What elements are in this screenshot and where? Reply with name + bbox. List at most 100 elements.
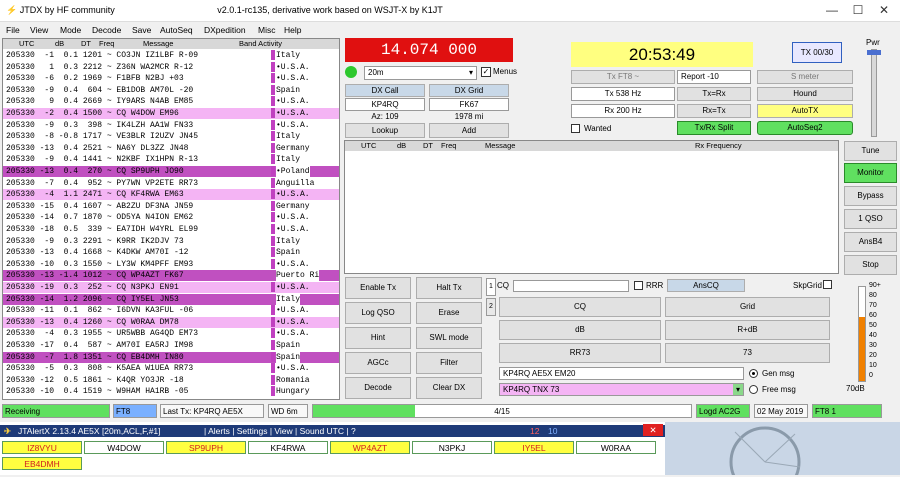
- add-button[interactable]: Add: [429, 123, 509, 138]
- r-db-button[interactable]: R+dB: [665, 320, 830, 340]
- wanted-checkbox[interactable]: [571, 124, 580, 133]
- rx-eq-tx-button[interactable]: Rx=Tx: [677, 104, 751, 118]
- band-activity-row[interactable]: 205330 -4 1.1 2471 ~ CQ KF4RWA EM63 •U.S.…: [3, 189, 339, 201]
- alert-callsign-cell[interactable]: WP4AZT: [330, 441, 410, 454]
- alert-callsign-cell[interactable]: W4DOW: [84, 441, 164, 454]
- tx-counter[interactable]: TX 00/30: [792, 42, 842, 63]
- tab-1[interactable]: 1: [486, 278, 496, 296]
- jtalert-close-icon[interactable]: ✕: [643, 424, 663, 436]
- hound-button[interactable]: Hound: [757, 87, 853, 101]
- rx-frequency-panel[interactable]: UTC dB DT Freq Message Rx Frequency: [344, 140, 839, 274]
- stop-button[interactable]: Stop: [844, 255, 897, 275]
- menu-save[interactable]: Save: [132, 25, 151, 35]
- band-activity-row[interactable]: 205330 -13 0.4 1260 ~ CQ W0RAA DM78 •U.S.…: [3, 316, 339, 328]
- alert-callsign-cell[interactable]: W0RAA: [576, 441, 656, 454]
- free-msg-field[interactable]: KP4RQ TNX 73 ▾: [499, 383, 744, 396]
- tx-mode-button[interactable]: Tx FT8 ~: [571, 70, 675, 84]
- s-meter-button[interactable]: S meter: [757, 70, 853, 84]
- band-activity-row[interactable]: 205330 -13 0.4 1668 ~ K4DKW AM70I -12 Spa…: [3, 247, 339, 259]
- hint-button[interactable]: Hint: [345, 327, 411, 349]
- band-activity-row[interactable]: 205330 -8 -0.8 1717 ~ VE3BLR I2UZV JN45 I…: [3, 131, 339, 143]
- band-activity-row[interactable]: 205330 -10 0.4 1519 ~ W9HAM HA1RB -05 Hun…: [3, 386, 339, 398]
- db-button[interactable]: dB: [499, 320, 661, 340]
- autoseq-button[interactable]: AutoSeq2: [757, 121, 853, 135]
- decode-button[interactable]: Decode: [345, 377, 411, 399]
- band-activity-row[interactable]: 205330 -13 0.4 2521 ~ NA6Y DL3ZZ JN48 Ger…: [3, 142, 339, 154]
- bypass-button[interactable]: Bypass: [844, 186, 897, 206]
- anscq-button[interactable]: AnsCQ: [667, 279, 745, 292]
- seventythree-button[interactable]: 73: [665, 343, 830, 363]
- band-activity-row[interactable]: 205330 -7 1.8 1351 ~ CQ EB4DMH IN80 Spain: [3, 351, 339, 363]
- band-activity-row[interactable]: 205330 -12 0.5 1861 ~ K4QR YO3JR -18 Roma…: [3, 374, 339, 386]
- tx-rx-split-button[interactable]: Tx/Rx Split: [677, 121, 751, 135]
- tune-button[interactable]: Tune: [844, 141, 897, 161]
- dx-call-field[interactable]: KP4RQ: [345, 98, 425, 111]
- cq-button[interactable]: CQ: [499, 297, 661, 317]
- halt-tx-button[interactable]: Halt Tx: [416, 277, 482, 299]
- band-activity-row[interactable]: 205330 -6 0.2 1969 ~ F1BFB N2BJ +03 •U.S.…: [3, 73, 339, 85]
- alert-callsign-cell[interactable]: IY5EL: [494, 441, 574, 454]
- minimize-icon[interactable]: —: [822, 2, 842, 18]
- monitor-button[interactable]: Monitor: [844, 163, 897, 183]
- close-icon[interactable]: ✕: [874, 2, 894, 18]
- menu-file[interactable]: File: [6, 25, 20, 35]
- report-spinbox[interactable]: Report -10: [677, 70, 751, 84]
- filter-button[interactable]: Filter: [416, 352, 482, 374]
- menu-view[interactable]: View: [30, 25, 48, 35]
- autotx-button[interactable]: AutoTX: [757, 104, 853, 118]
- band-select[interactable]: 20m ▾: [364, 66, 477, 80]
- menu-misc[interactable]: Misc: [258, 25, 275, 35]
- agcc-button[interactable]: AGCc: [345, 352, 411, 374]
- band-activity-row[interactable]: 205330 9 0.4 2669 ~ IY9ARS N4AB EM85 •U.S…: [3, 96, 339, 108]
- pwr-slider-handle[interactable]: [867, 50, 881, 55]
- band-activity-row[interactable]: 205330 1 0.3 2212 ~ Z36N WA2MCR R-12 •U.S…: [3, 61, 339, 73]
- pwr-slider-track[interactable]: [871, 49, 877, 137]
- alert-callsign-cell[interactable]: N3PKJ: [412, 441, 492, 454]
- maximize-icon[interactable]: ☐: [848, 2, 868, 18]
- alert-callsign-cell[interactable]: KF4RWA: [248, 441, 328, 454]
- menu-autoseq[interactable]: AutoSeq: [160, 25, 193, 35]
- dx-grid-field[interactable]: FK67: [429, 98, 509, 111]
- rr73-button[interactable]: RR73: [499, 343, 661, 363]
- one-qso-button[interactable]: 1 QSO: [844, 209, 897, 229]
- menus-checkbox[interactable]: ✓: [481, 67, 491, 77]
- band-activity-row[interactable]: 205330 -4 0.3 1955 ~ UR5WBB AG4QD EM73 •U…: [3, 328, 339, 340]
- tx-eq-rx-button[interactable]: Tx=Rx: [677, 87, 751, 101]
- band-activity-row[interactable]: 205330 -9 0.4 1441 ~ N2KBF IX1HPN R-13 It…: [3, 154, 339, 166]
- band-activity-row[interactable]: 205330 -14 0.7 1870 ~ OD5YA N4ION EM62 •U…: [3, 212, 339, 224]
- tx-freq-spinbox[interactable]: Tx 538 Hz: [571, 87, 675, 101]
- band-activity-row[interactable]: 205330 -9 0.4 604 ~ EB1DOB AM70L -20 Spai…: [3, 84, 339, 96]
- jtalert-menu[interactable]: | Alerts | Settings | View | Sound UTC |…: [204, 425, 356, 437]
- band-activity-row[interactable]: 205330 -18 0.5 339 ~ EA7IDH W4YRL EL99 •U…: [3, 224, 339, 235]
- free-msg-radio[interactable]: [749, 385, 758, 394]
- band-activity-row[interactable]: 205330 -17 0.4 587 ~ AM70I EA5RJ IM98 Spa…: [3, 340, 339, 351]
- grid-button[interactable]: Grid: [665, 297, 830, 317]
- menu-help[interactable]: Help: [284, 25, 301, 35]
- band-activity-row[interactable]: 205330 -5 0.3 808 ~ K5AEA W1UEA RR73 •U.S…: [3, 363, 339, 375]
- ansb4-button[interactable]: AnsB4: [844, 232, 897, 252]
- menu-mode[interactable]: Mode: [60, 25, 81, 35]
- log-qso-button[interactable]: Log QSO: [345, 302, 411, 324]
- swl-mode-button[interactable]: SWL mode: [416, 327, 482, 349]
- band-activity-row[interactable]: 205330 -9 0.3 2291 ~ K9RR IK2DJV 73 Italy: [3, 235, 339, 247]
- band-activity-row[interactable]: 205330 -9 0.3 398 ~ IK4LZH AA1W FN33 •U.S…: [3, 119, 339, 131]
- alert-callsign-cell[interactable]: EB4DMH: [2, 457, 82, 470]
- band-activity-row[interactable]: 205330 -19 0.3 252 ~ CQ N3PKJ EN91 •U.S.A…: [3, 282, 339, 293]
- band-activity-row[interactable]: 205330 -2 0.4 1500 ~ CQ W4DOW EM96 •U.S.A…: [3, 108, 339, 119]
- clear-dx-button[interactable]: Clear DX: [416, 377, 482, 399]
- band-activity-row[interactable]: 205330 -1 0.1 1201 ~ CO3JN IZ1LBF R-09 It…: [3, 50, 339, 61]
- gen-msg-radio[interactable]: [749, 369, 758, 378]
- alert-callsign-cell[interactable]: SP9UPH: [166, 441, 246, 454]
- alert-callsign-cell[interactable]: IZ8VYU: [2, 441, 82, 454]
- lookup-button[interactable]: Lookup: [345, 123, 425, 138]
- band-activity-row[interactable]: 205330 -15 0.4 1607 ~ AB2ZU DF3NA JN59 Ge…: [3, 200, 339, 212]
- band-activity-row[interactable]: 205330 -14 1.2 2096 ~ CQ IY5EL JN53 Italy: [3, 293, 339, 305]
- cq-field[interactable]: [513, 280, 629, 292]
- menu-dxpedition[interactable]: DXpedition: [204, 25, 246, 35]
- erase-button[interactable]: Erase: [416, 302, 482, 324]
- band-activity-panel[interactable]: UTC dB DT Freq Message Band Activity 205…: [2, 38, 340, 400]
- skpgrid-checkbox[interactable]: [823, 280, 832, 289]
- rrr-checkbox[interactable]: [634, 281, 643, 290]
- rx-freq-spinbox[interactable]: Rx 200 Hz: [571, 104, 675, 118]
- band-activity-row[interactable]: 205330 -13 0.4 270 ~ CQ SP9UPH JO90 •Pola…: [3, 166, 339, 177]
